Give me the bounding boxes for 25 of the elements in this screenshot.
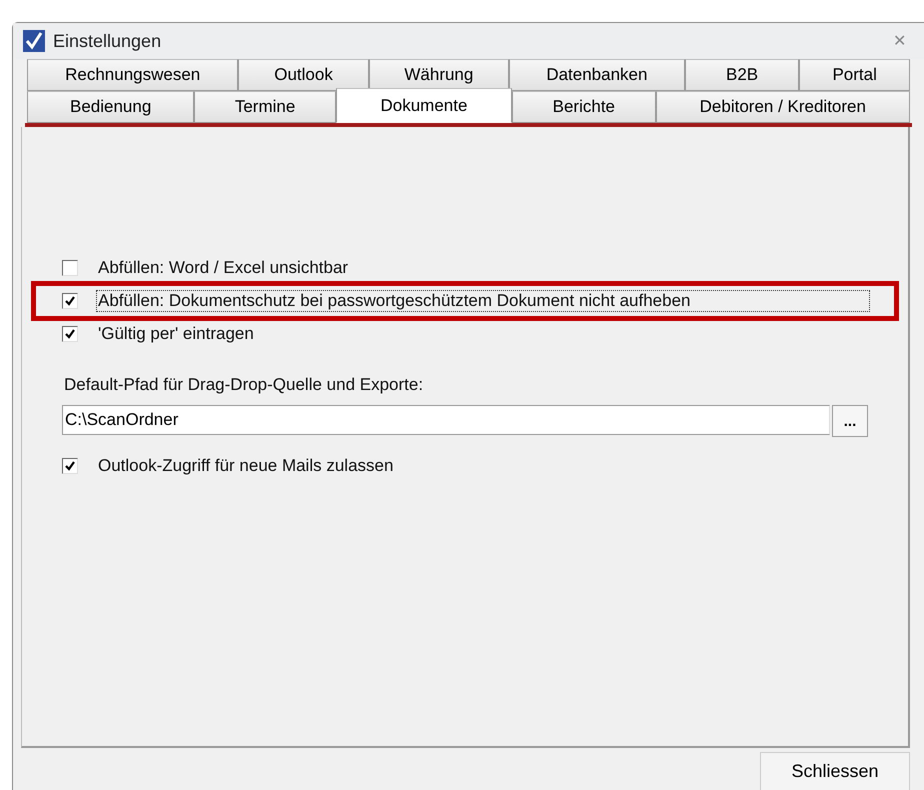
tab[interactable]: B2B	[684, 59, 800, 91]
checkbox[interactable]	[62, 293, 78, 309]
tab[interactable]: Termine	[194, 91, 336, 123]
checkbox-label[interactable]: Outlook-Zugriff für neue Mails zulassen	[96, 455, 396, 477]
tab[interactable]: Datenbanken	[508, 59, 685, 91]
tab[interactable]: Währung	[368, 59, 509, 91]
tab[interactable]: Rechnungswesen	[27, 59, 238, 91]
checkbox[interactable]	[62, 458, 78, 474]
path-field[interactable]: C:\ScanOrdner	[62, 405, 830, 435]
tab[interactable]: Portal	[799, 59, 910, 91]
checkbox[interactable]	[62, 326, 78, 342]
tab[interactable]: Debitoren / Kreditoren	[656, 91, 910, 123]
checkbox-label[interactable]: Abfüllen: Dokumentschutz bei passwortgeschütztem Dokument nicht aufheben	[96, 290, 870, 312]
close-dialog-button[interactable]: Schliessen	[760, 752, 910, 790]
checkmark-icon	[23, 30, 45, 52]
tab[interactable]: Bedienung	[27, 91, 194, 123]
checkbox-label[interactable]: 'Gültig per' eintragen	[96, 323, 256, 345]
tab[interactable]: Berichte	[512, 91, 656, 123]
tab[interactable]: Outlook	[238, 59, 369, 91]
checkbox[interactable]	[62, 260, 78, 276]
window-title: Einstellungen	[53, 30, 162, 52]
checkbox-label[interactable]: Abfüllen: Word / Excel unsichtbar	[96, 257, 350, 279]
browse-button[interactable]: ...	[832, 405, 868, 437]
tab[interactable]: Dokumente	[336, 88, 512, 123]
path-label: Default-Pfad für Drag-Drop-Quelle und Exporte:	[64, 375, 424, 395]
